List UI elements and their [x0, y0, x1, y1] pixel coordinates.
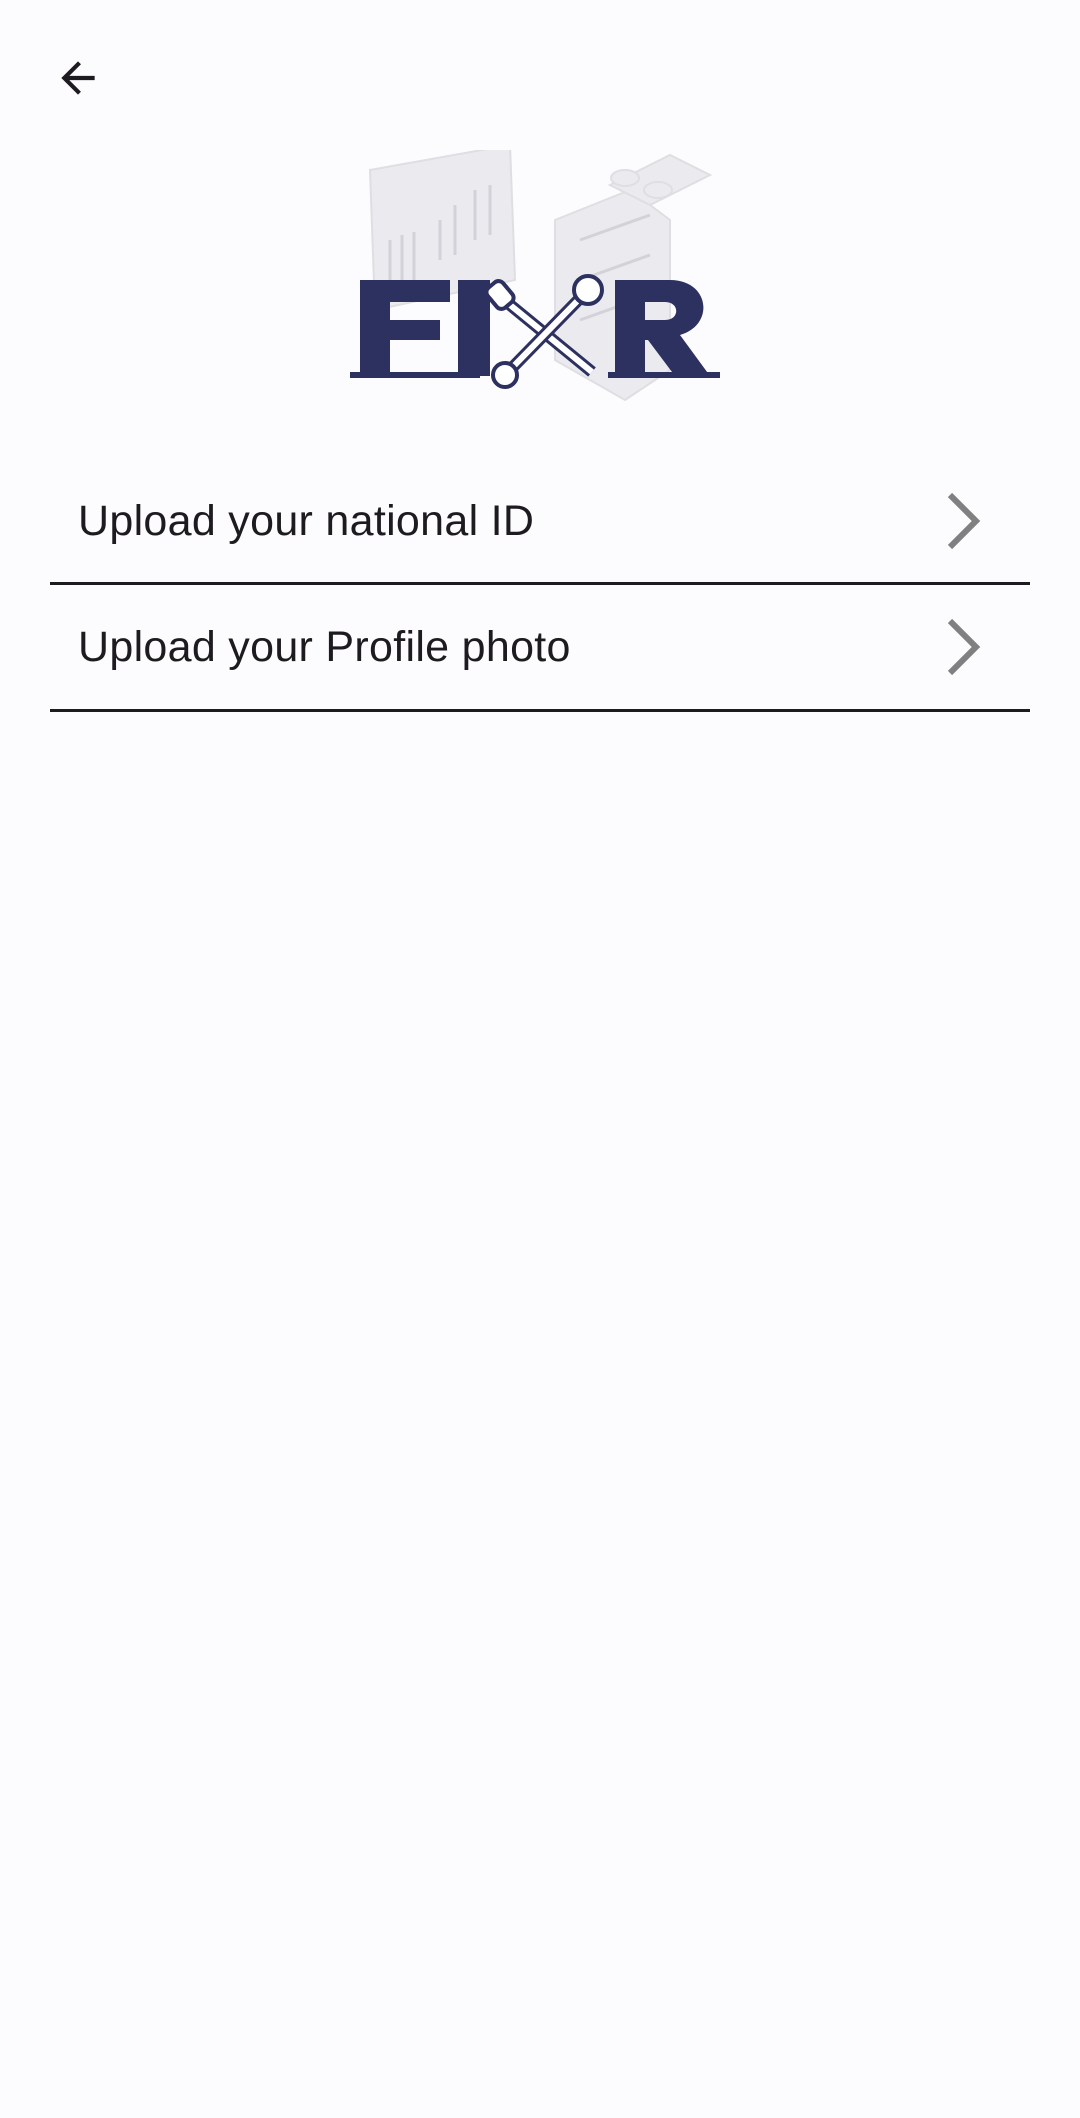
back-button[interactable] [36, 36, 120, 120]
upload-profile-photo-item[interactable]: Upload your Profile photo [50, 585, 1030, 712]
chevron-right-icon [934, 486, 994, 556]
fixr-logo [340, 143, 740, 410]
upload-list: Upload your national ID Upload your Prof… [50, 460, 1030, 712]
upload-national-id-item[interactable]: Upload your national ID [50, 460, 1030, 585]
upload-national-id-label: Upload your national ID [78, 496, 535, 545]
upload-profile-photo-label: Upload your Profile photo [78, 622, 571, 671]
workshop-illustration [368, 143, 713, 402]
chevron-right-icon [934, 612, 994, 682]
arrow-left-icon [61, 61, 95, 95]
